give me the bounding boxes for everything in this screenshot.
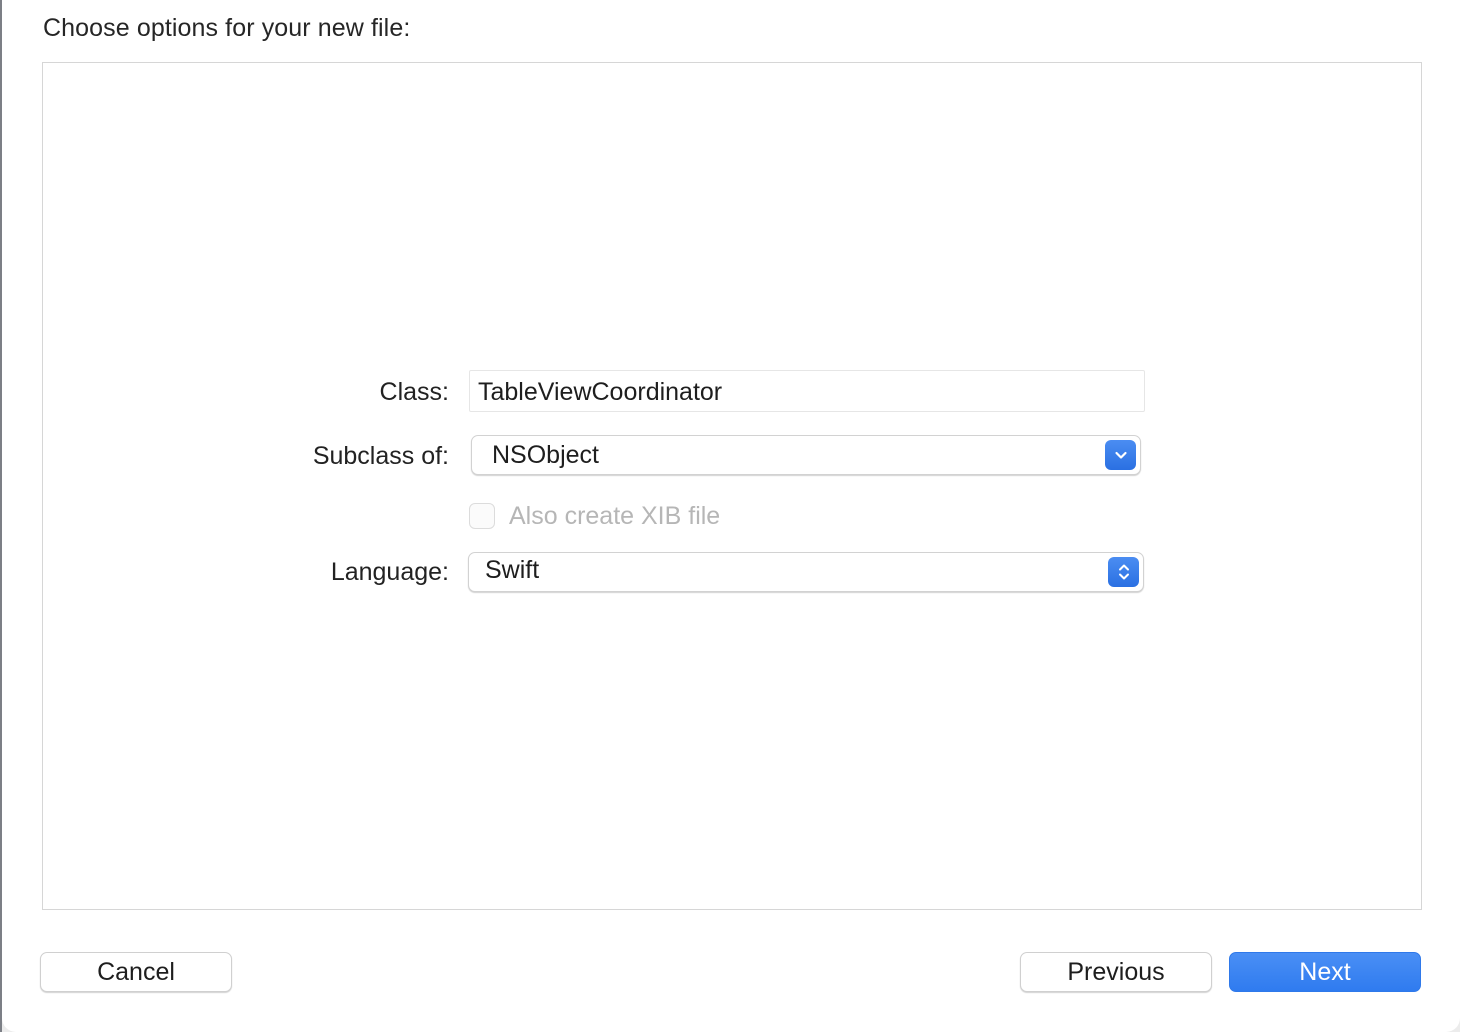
next-button[interactable]: Next (1229, 952, 1421, 992)
chevron-down-icon (1105, 440, 1136, 470)
subclass-popup[interactable]: NSObject (471, 435, 1141, 475)
class-name-field[interactable]: TableViewCoordinator (469, 370, 1145, 412)
subclass-value: NSObject (492, 441, 599, 469)
cancel-button[interactable]: Cancel (40, 952, 232, 992)
language-label: Language: (330, 558, 449, 586)
create-xib-checkbox[interactable] (469, 503, 495, 529)
class-name-value: TableViewCoordinator (478, 378, 723, 406)
language-popup[interactable]: Swift (468, 552, 1144, 592)
dialog-title: Choose options for your new file: (43, 14, 411, 42)
previous-button[interactable]: Previous (1020, 952, 1212, 992)
options-panel (42, 62, 1422, 910)
subclass-label: Subclass of: (312, 442, 449, 470)
create-xib-label: Also create XIB file (509, 502, 721, 530)
class-label: Class: (379, 378, 449, 406)
language-value: Swift (485, 556, 540, 584)
new-file-options-dialog: Choose options for your new file: Class:… (2, 0, 1460, 1032)
up-down-chevron-icon (1108, 557, 1139, 587)
